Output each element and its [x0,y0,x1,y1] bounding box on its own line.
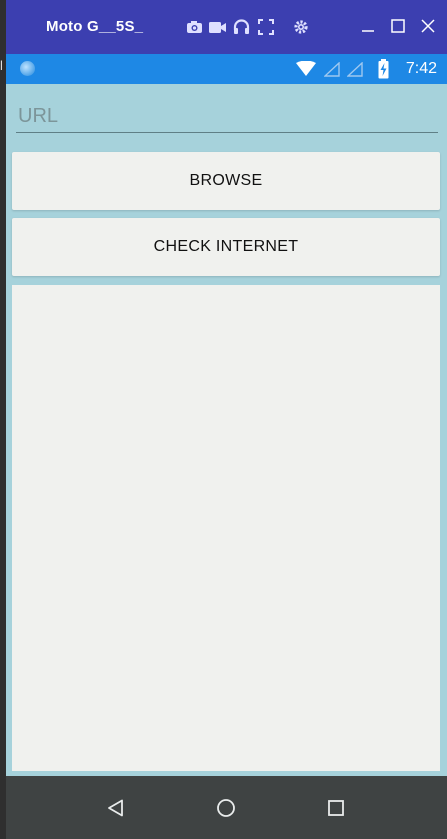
signal-icon [324,62,340,77]
check-internet-button[interactable]: CHECK INTERNET [12,218,440,276]
signal-icon [347,62,363,77]
android-nav-bar [6,776,447,839]
web-view[interactable] [12,285,440,771]
home-icon[interactable] [214,796,238,820]
headset-icon[interactable] [231,17,251,37]
notification-dot-icon [20,61,35,76]
recents-icon[interactable] [324,796,348,820]
back-icon[interactable] [104,796,128,820]
fullscreen-icon[interactable] [256,17,276,37]
wifi-icon [296,61,316,76]
host-edge-text: l [0,58,3,73]
emulator-window: Moto G__5S_ 7:42 URL BROWSE CHECK INTERN… [6,0,447,839]
app-content: BROWSE CHECK INTERNET [6,84,447,776]
url-input[interactable] [16,100,438,133]
status-time: 7:42 [405,60,437,77]
battery-charging-icon [378,59,389,79]
close-icon[interactable] [416,14,440,38]
device-title: Moto G__5S_ [46,18,144,35]
browse-button[interactable]: BROWSE [12,152,440,210]
emulator-title-bar[interactable]: Moto G__5S_ [6,0,447,54]
settings-icon[interactable] [291,17,311,37]
maximize-icon[interactable] [386,14,410,38]
video-icon[interactable] [207,17,227,37]
camera-icon[interactable] [184,17,204,37]
android-status-bar: 7:42 [6,54,447,84]
minimize-icon[interactable] [356,14,380,38]
